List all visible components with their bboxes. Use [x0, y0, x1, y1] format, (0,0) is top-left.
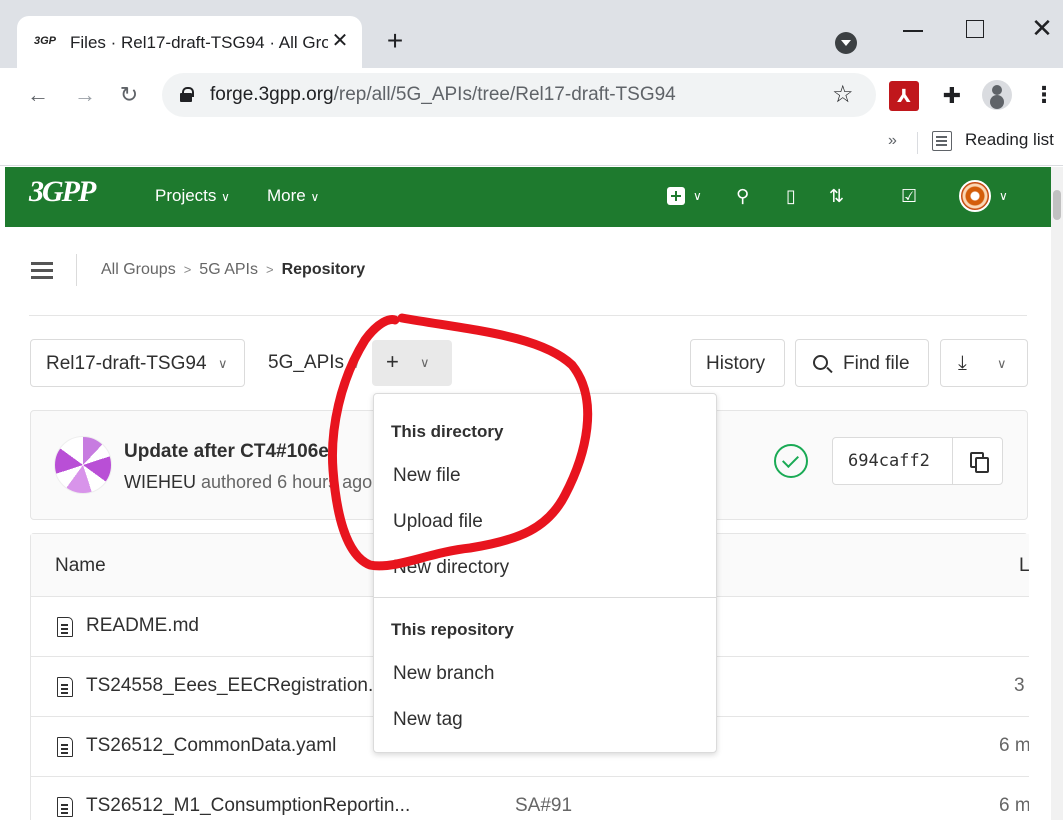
divider — [29, 315, 1027, 316]
3gpp-logo[interactable]: 3GPP — [29, 175, 96, 209]
extensions-puzzle-icon[interactable]: ✚ — [937, 81, 967, 111]
file-name[interactable]: TS26512_CommonData.yaml — [86, 735, 336, 757]
merge-requests-icon[interactable]: ⇅ — [829, 185, 844, 207]
file-name[interactable]: README.md — [86, 615, 199, 637]
chevron-right-icon: > — [266, 262, 274, 277]
bookmarks-divider — [917, 132, 918, 154]
file-updated: 6 m — [999, 735, 1029, 756]
divider — [952, 438, 953, 484]
new-item-plus-icon[interactable] — [667, 187, 685, 205]
profile-avatar-icon[interactable] — [982, 80, 1012, 110]
maximize-button[interactable] — [966, 20, 984, 38]
path-separator: / — [355, 352, 361, 373]
breadcrumb-repository[interactable]: Repository — [282, 261, 366, 278]
dropdown-header-directory: This directory — [391, 422, 504, 441]
tab-title: Files · Rel17-draft-TSG94 · All Gro — [70, 33, 328, 52]
page-scrollbar[interactable] — [1051, 167, 1063, 820]
search-icon — [813, 355, 828, 370]
file-name[interactable]: TS24558_Eees_EECRegistration.yaml — [86, 675, 376, 697]
close-window-button[interactable]: ✕ — [1028, 14, 1056, 42]
file-icon — [57, 797, 73, 817]
issues-icon[interactable]: ▯ — [786, 185, 796, 207]
commit-author-avatar[interactable] — [54, 436, 112, 494]
chevron-down-icon: ∨ — [310, 190, 320, 204]
browser-toolbar: ← → ↻ forge.3gpp.org/rep/all/5G_APIs/tre… — [0, 68, 1063, 122]
scrollbar-thumb[interactable] — [1053, 190, 1061, 220]
chevron-right-icon: > — [183, 262, 192, 277]
history-button[interactable]: History — [690, 339, 785, 387]
menu-item-upload-file[interactable]: Upload file — [393, 511, 483, 533]
nav-more[interactable]: More ∨ — [267, 186, 319, 206]
pipeline-status-icon[interactable] — [774, 444, 808, 478]
chevron-down-icon[interactable]: ∨ — [999, 185, 1008, 207]
pdf-extension-icon[interactable]: ⅄ — [889, 81, 919, 111]
gitlab-header: 3GPP Projects ∨ More ∨ ∨ ⚲ ▯ ⇅ ☑ ∨ — [5, 167, 1051, 227]
chevron-down-icon: ∨ — [997, 356, 1007, 371]
find-file-button[interactable]: Find file — [795, 339, 929, 387]
chevron-down-icon[interactable]: ∨ — [693, 185, 702, 207]
nav-projects[interactable]: Projects ∨ — [155, 186, 230, 206]
todos-icon[interactable]: ☑ — [901, 185, 917, 207]
breadcrumb-divider — [76, 254, 77, 286]
menu-item-new-directory[interactable]: New directory — [393, 557, 509, 579]
browser-menu-icon[interactable]: ⋮ — [1033, 80, 1055, 110]
url-text[interactable]: forge.3gpp.org/rep/all/5G_APIs/tree/Rel1… — [210, 84, 676, 106]
new-tab-button[interactable]: + — [380, 26, 410, 56]
commit-sha-group: 694caff2 — [832, 437, 1003, 485]
add-to-tree-dropdown: This directory New file Upload file New … — [373, 393, 717, 753]
download-icon: ⤓ — [958, 352, 967, 374]
branch-selector[interactable]: Rel17-draft-TSG94 ∨ — [30, 339, 245, 387]
minimize-button[interactable] — [898, 8, 928, 38]
bookmarks-overflow-button[interactable]: » — [888, 132, 897, 150]
column-last-update-header: L — [1019, 555, 1030, 576]
user-avatar[interactable] — [959, 180, 991, 212]
commit-meta: WIEHEU authored 6 hours ago — [124, 472, 373, 492]
reload-icon[interactable]: ↻ — [114, 80, 144, 110]
chevron-down-icon: ∨ — [420, 355, 430, 370]
file-name[interactable]: TS26512_M1_ConsumptionReportin... — [86, 795, 410, 817]
chevron-down-icon: ∨ — [221, 190, 230, 204]
commit-author[interactable]: WIEHEU — [124, 472, 196, 492]
bookmarks-bar: » Reading list — [0, 122, 1063, 166]
menu-item-new-file[interactable]: New file — [393, 465, 461, 487]
browser-tab[interactable]: 3GP Files · Rel17-draft-TSG94 · All Gro … — [17, 16, 362, 68]
lock-icon[interactable] — [180, 87, 194, 102]
column-name-header: Name — [55, 555, 106, 576]
bookmark-star-icon[interactable]: ☆ — [832, 82, 854, 108]
download-button[interactable]: ⤓ ∨ — [940, 339, 1028, 387]
reading-list-icon[interactable] — [932, 131, 952, 151]
file-icon — [57, 617, 73, 637]
forward-arrow-icon[interactable]: → — [70, 80, 100, 110]
reading-list-label[interactable]: Reading list — [965, 130, 1054, 150]
tab-search-icon[interactable] — [835, 32, 857, 54]
breadcrumb: All Groups >5G APIs > Repository — [101, 261, 365, 279]
chevron-down-icon: ∨ — [218, 356, 228, 371]
branch-name: Rel17-draft-TSG94 — [46, 353, 207, 374]
file-icon — [57, 677, 73, 697]
menu-item-new-branch[interactable]: New branch — [393, 663, 494, 685]
repo-path-link[interactable]: 5G_APIs — [268, 352, 344, 374]
search-icon[interactable]: ⚲ — [736, 185, 749, 207]
back-arrow-icon[interactable]: ← — [23, 80, 53, 110]
copy-icon[interactable] — [970, 452, 989, 473]
file-commit-message[interactable]: SA#91 — [515, 795, 572, 817]
tab-close-icon[interactable]: ✕ — [328, 29, 352, 53]
browser-tabstrip: 3GP Files · Rel17-draft-TSG94 · All Gro … — [0, 0, 1063, 68]
file-updated: 3 — [1014, 675, 1025, 696]
commit-sha[interactable]: 694caff2 — [848, 451, 930, 471]
breadcrumb-all-groups[interactable]: All Groups — [101, 261, 176, 278]
file-updated: 6 m — [999, 795, 1029, 816]
dropdown-divider — [374, 597, 716, 598]
address-bar[interactable]: forge.3gpp.org/rep/all/5G_APIs/tree/Rel1… — [162, 73, 876, 117]
favicon-icon: 3GP — [34, 35, 57, 47]
plus-icon: + — [386, 349, 399, 374]
commit-title[interactable]: Update after CT4#106e — [124, 441, 374, 463]
add-to-tree-button[interactable]: + ∨ — [372, 340, 452, 386]
menu-item-new-tag[interactable]: New tag — [393, 709, 463, 731]
dropdown-header-repository: This repository — [391, 620, 514, 639]
breadcrumb-5g-apis[interactable]: 5G APIs — [199, 261, 258, 278]
sidebar-toggle-icon[interactable] — [31, 262, 53, 265]
file-icon — [57, 737, 73, 757]
table-row[interactable]: TS26512_M1_ConsumptionReportin... SA#91 … — [31, 777, 1029, 820]
